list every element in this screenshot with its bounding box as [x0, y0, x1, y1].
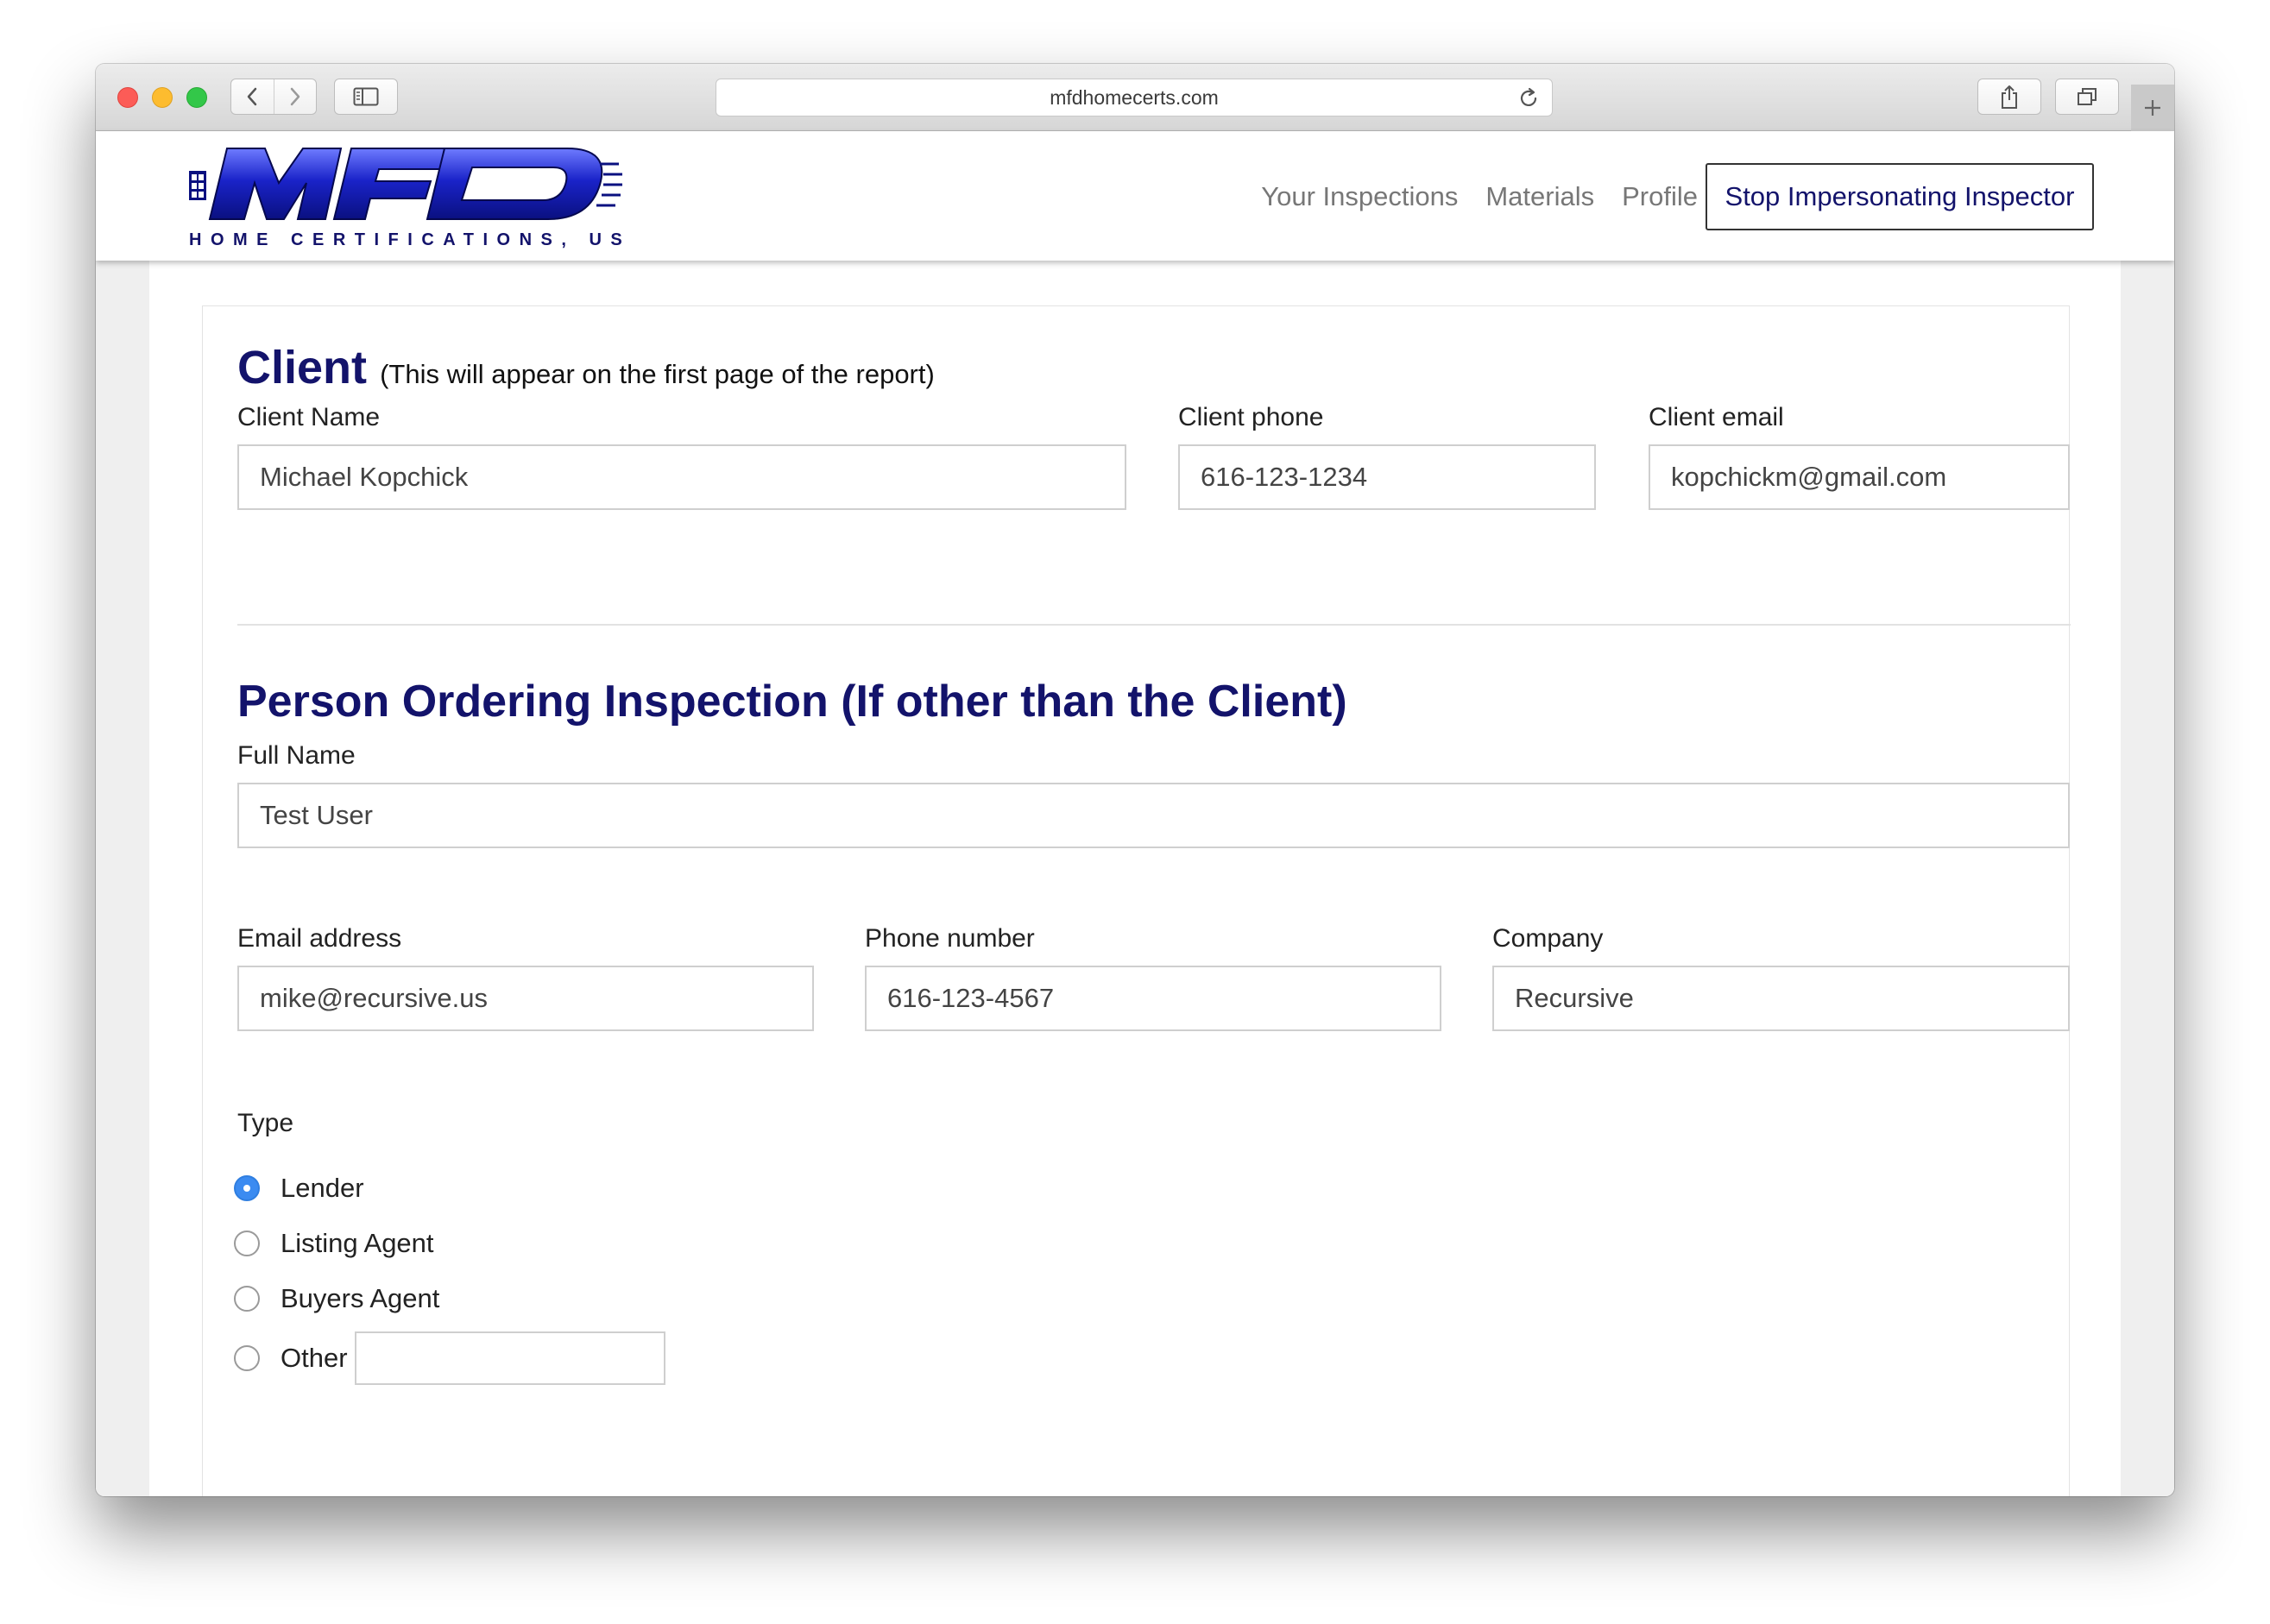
section-divider: [237, 624, 2071, 626]
client-heading: Client: [237, 342, 368, 393]
sidebar-icon: [353, 87, 379, 106]
client-email-label: Client email: [1649, 403, 1784, 431]
company-input[interactable]: Recursive: [1492, 966, 2070, 1031]
tabs-icon: [2078, 88, 2097, 105]
email-address-label: Email address: [237, 924, 402, 953]
type-option-other[interactable]: Other: [234, 1331, 665, 1385]
new-tab-button[interactable]: [2131, 85, 2174, 131]
radio-other-label: Other: [281, 1343, 348, 1373]
sidebar-button[interactable]: [334, 79, 398, 115]
tabs-overview-button[interactable]: [2055, 79, 2119, 115]
minimize-window-button[interactable]: [152, 87, 173, 108]
type-label: Type: [237, 1109, 294, 1137]
client-section-heading: Client (This will appear on the first pa…: [237, 341, 935, 394]
primary-nav: Your Inspections Materials Profile: [1233, 181, 1720, 212]
site-navbar: HOME CERTIFICATIONS, US LLC Your Inspect…: [96, 131, 2174, 261]
type-option-lender[interactable]: Lender: [234, 1173, 364, 1204]
client-phone-input[interactable]: 616-123-1234: [1178, 444, 1596, 510]
forward-icon: [290, 87, 300, 106]
back-icon: [248, 87, 257, 106]
full-name-label: Full Name: [237, 741, 356, 770]
email-address-input[interactable]: mike@recursive.us: [237, 966, 814, 1031]
logo-tagline: HOME CERTIFICATIONS, US LLC: [189, 230, 629, 249]
nav-materials[interactable]: Materials: [1485, 181, 1594, 212]
inspection-form-card: Client (This will appear on the first pa…: [202, 305, 2071, 1496]
reload-button[interactable]: [1517, 87, 1540, 115]
browser-window: mfdhomecerts.com HOME CERTIFICATIONS, US…: [96, 64, 2174, 1496]
radio-other[interactable]: [234, 1345, 260, 1371]
share-button[interactable]: [1977, 79, 2041, 115]
address-bar[interactable]: mfdhomecerts.com: [716, 79, 1553, 116]
web-page: HOME CERTIFICATIONS, US LLC Your Inspect…: [96, 131, 2174, 1496]
client-name-label: Client Name: [237, 403, 381, 431]
reload-icon: [1520, 87, 1537, 106]
radio-lender[interactable]: [234, 1175, 260, 1201]
site-logo[interactable]: HOME CERTIFICATIONS, US LLC: [187, 145, 697, 252]
phone-number-label: Phone number: [865, 924, 1035, 953]
address-url: mfdhomecerts.com: [1050, 85, 1219, 109]
browser-toolbar: mfdhomecerts.com: [96, 64, 2174, 131]
nav-your-inspections[interactable]: Your Inspections: [1261, 181, 1458, 212]
back-button[interactable]: [231, 79, 274, 114]
zoom-window-button[interactable]: [186, 87, 207, 108]
orderer-heading: Person Ordering Inspection (If other tha…: [237, 677, 1347, 727]
history-nav-group: [230, 79, 317, 115]
radio-buyers-agent[interactable]: [234, 1286, 260, 1312]
nav-profile-label: Profile: [1622, 181, 1698, 211]
share-icon: [2002, 85, 2017, 109]
phone-number-input[interactable]: 616-123-4567: [865, 966, 1441, 1031]
radio-buyers-agent-label: Buyers Agent: [281, 1283, 440, 1313]
client-subheading: (This will appear on the first page of t…: [380, 359, 935, 389]
main-content: Client (This will appear on the first pa…: [149, 261, 2121, 1496]
client-name-input[interactable]: Michael Kopchick: [237, 444, 1126, 510]
type-option-buyers-agent[interactable]: Buyers Agent: [234, 1283, 439, 1314]
radio-listing-agent-label: Listing Agent: [281, 1228, 434, 1258]
forward-button[interactable]: [273, 79, 317, 114]
plus-icon: [2145, 100, 2160, 116]
other-type-input[interactable]: [354, 1331, 665, 1385]
close-window-button[interactable]: [117, 87, 138, 108]
client-email-input[interactable]: kopchickm@gmail.com: [1649, 444, 2070, 510]
full-name-input[interactable]: Test User: [237, 783, 2070, 848]
type-option-listing-agent[interactable]: Listing Agent: [234, 1228, 434, 1259]
stop-impersonating-button[interactable]: Stop Impersonating Inspector: [1706, 163, 2094, 230]
company-label: Company: [1492, 924, 1604, 953]
radio-listing-agent[interactable]: [234, 1231, 260, 1256]
client-phone-label: Client phone: [1178, 403, 1324, 431]
radio-lender-label: Lender: [281, 1173, 364, 1203]
